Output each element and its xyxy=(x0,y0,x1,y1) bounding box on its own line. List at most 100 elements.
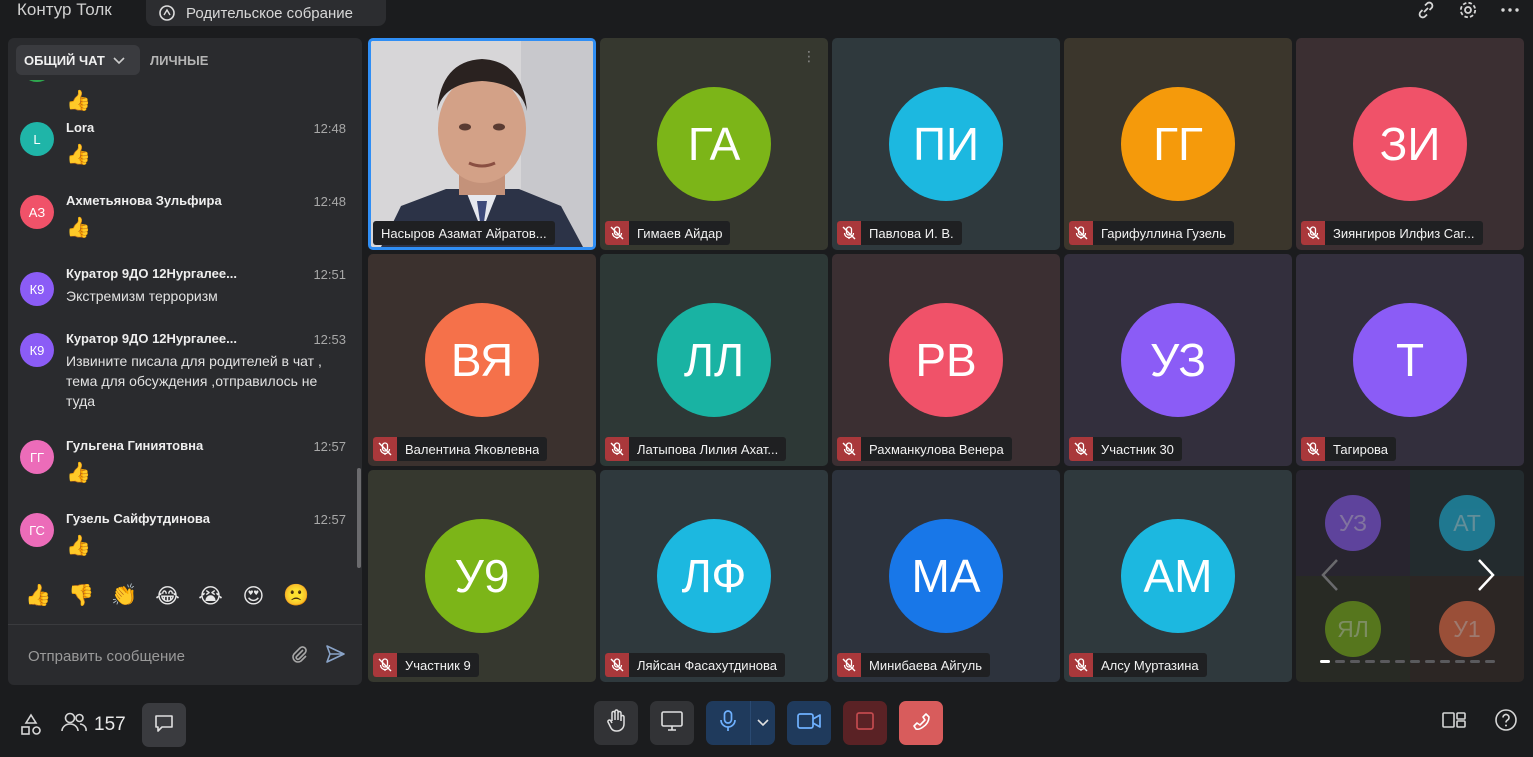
link-icon[interactable] xyxy=(1415,0,1437,21)
camera-button[interactable] xyxy=(787,701,831,745)
participants-button[interactable]: 157 xyxy=(60,711,126,739)
page-dot[interactable] xyxy=(1440,660,1450,663)
participant-name: Ляйсан Фасахутдинова xyxy=(637,657,777,673)
avatar: ЯЛ xyxy=(1325,601,1381,657)
chat-panel: ОБЩИЙ ЧАТ ЛИЧНЫЕ 👍 L Lora 12:48 👍 АЗ Ахм… xyxy=(8,38,362,685)
phone-hangup-icon xyxy=(909,709,933,738)
chat-tabs: ОБЩИЙ ЧАТ ЛИЧНЫЕ xyxy=(8,38,362,80)
participant-tile[interactable]: ЛФ Ляйсан Фасахутдинова xyxy=(600,470,828,682)
participant-tile[interactable]: ⋮ ГА Гимаев Айдар xyxy=(600,38,828,250)
participant-name-label: Гимаев Айдар xyxy=(605,221,731,245)
reaction-sad[interactable]: 🙁 xyxy=(283,584,310,608)
avatar: ПИ xyxy=(889,87,1003,201)
mic-off-icon xyxy=(1069,653,1093,677)
chat-toggle-button[interactable] xyxy=(141,703,186,747)
chat-message: 👍 xyxy=(8,80,362,112)
participant-tile[interactable]: Насыров Азамат Айратов... xyxy=(368,38,596,250)
tab-personal[interactable]: ЛИЧНЫЕ xyxy=(150,53,208,68)
camera-icon xyxy=(796,711,822,736)
quick-reactions: 👍 👎 👏 😂 😭 😍 🙁 xyxy=(8,578,362,614)
microphone-button[interactable] xyxy=(706,701,750,745)
page-dot[interactable] xyxy=(1395,660,1405,663)
chevron-left-icon[interactable] xyxy=(1320,558,1340,601)
participant-tile[interactable]: РВ Рахманкулова Венера xyxy=(832,254,1060,466)
monitor-icon xyxy=(660,710,684,737)
page-dot[interactable] xyxy=(1425,660,1435,663)
participant-name: Алсу Муртазина xyxy=(1101,657,1199,673)
participant-name: Латыпова Лилия Ахат... xyxy=(637,441,779,457)
avatar: L xyxy=(20,122,54,156)
avatar: ГС xyxy=(20,513,54,547)
hand-icon xyxy=(605,708,627,738)
reaction-heart-eyes[interactable]: 😍 xyxy=(240,584,267,609)
end-call-button[interactable] xyxy=(899,701,943,745)
reaction-clap[interactable]: 👏 xyxy=(111,584,138,608)
page-dot[interactable] xyxy=(1350,660,1360,663)
layout-icon[interactable] xyxy=(1441,707,1467,733)
message-emoji: 👍 xyxy=(66,144,91,166)
participant-tile[interactable]: ЗИ Зиянгиров Илфиз Саг... xyxy=(1296,38,1524,250)
help-icon[interactable] xyxy=(1493,707,1519,733)
participant-tile[interactable]: У9 Участник 9 xyxy=(368,470,596,682)
participant-name-label: Зиянгиров Илфиз Саг... xyxy=(1301,221,1483,245)
chat-message: ГС Гузель Сайфутдинова 12:57 👍 xyxy=(8,507,362,568)
page-dot[interactable] xyxy=(1470,660,1480,663)
message-emoji: 👍 xyxy=(66,535,91,557)
avatar: ЛФ xyxy=(657,519,771,633)
gear-icon[interactable] xyxy=(1457,0,1479,21)
reaction-thumbs-down[interactable]: 👎 xyxy=(68,584,95,608)
participant-tile[interactable]: ПИ Павлова И. В. xyxy=(832,38,1060,250)
participant-tile[interactable]: Т Тагирова xyxy=(1296,254,1524,466)
more-icon[interactable] xyxy=(1499,0,1521,21)
participant-tile[interactable]: ЛЛ Латыпова Лилия Ахат... xyxy=(600,254,828,466)
page-dot[interactable] xyxy=(1365,660,1375,663)
page-dot[interactable] xyxy=(1485,660,1495,663)
page-dot[interactable] xyxy=(1410,660,1420,663)
avatar: У1 xyxy=(1439,601,1495,657)
chevron-right-icon[interactable] xyxy=(1476,558,1496,601)
reaction-laugh[interactable]: 😂 xyxy=(154,584,181,609)
message-time: 12:57 xyxy=(313,512,346,527)
record-button[interactable] xyxy=(843,701,887,745)
mic-off-icon xyxy=(373,653,397,677)
participant-tile[interactable]: УЗ Участник 30 xyxy=(1064,254,1292,466)
page-dot[interactable] xyxy=(1335,660,1345,663)
reaction-thumbs-up[interactable]: 👍 xyxy=(25,584,52,608)
participant-tile[interactable]: ГГ Гарифуллина Гузель xyxy=(1064,38,1292,250)
participant-tile[interactable]: МА Минибаева Айгуль xyxy=(832,470,1060,682)
chat-scrollbar[interactable] xyxy=(357,468,361,568)
page-dot[interactable] xyxy=(1455,660,1465,663)
avatar: УЗ xyxy=(1325,495,1381,551)
more-icon[interactable]: ⋮ xyxy=(802,48,816,65)
mini-participant: У1 xyxy=(1410,576,1524,682)
participant-name-label: Тагирова xyxy=(1301,437,1397,461)
participant-name: Участник 9 xyxy=(405,657,471,673)
participant-name: Зиянгиров Илфиз Саг... xyxy=(1333,225,1475,241)
participant-name-label: Латыпова Лилия Ахат... xyxy=(605,437,787,461)
meeting-title: Родительское собрание xyxy=(186,4,353,22)
message-emoji: 👍 xyxy=(66,462,91,484)
microphone-options-button[interactable] xyxy=(750,701,775,745)
page-dot[interactable] xyxy=(1380,660,1390,663)
participant-tile[interactable]: ВЯ Валентина Яковлевна xyxy=(368,254,596,466)
participant-name: Павлова И. В. xyxy=(869,225,954,241)
message-input[interactable] xyxy=(26,643,280,669)
more-participants-tile[interactable]: УЗ АТ ЯЛ У1 xyxy=(1296,470,1524,682)
send-icon[interactable] xyxy=(324,643,346,665)
raise-hand-button[interactable] xyxy=(594,701,638,745)
participant-name: Гарифуллина Гузель xyxy=(1101,225,1226,241)
users-icon xyxy=(60,711,88,739)
mic-off-icon xyxy=(373,437,397,461)
paperclip-icon[interactable] xyxy=(289,644,309,664)
screen-share-button[interactable] xyxy=(650,701,694,745)
message-emoji: 👍 xyxy=(66,217,91,239)
avatar xyxy=(20,80,54,82)
participant-tile[interactable]: АМ Алсу Муртазина xyxy=(1064,470,1292,682)
shapes-icon[interactable] xyxy=(18,712,44,738)
message-list[interactable]: 👍 L Lora 12:48 👍 АЗ Ахметьянова Зульфира… xyxy=(8,80,362,568)
message-time: 12:48 xyxy=(313,194,346,209)
page-dot[interactable] xyxy=(1320,660,1330,663)
tab-general-chat[interactable]: ОБЩИЙ ЧАТ xyxy=(16,45,140,75)
meeting-info-button[interactable]: Родительское собрание xyxy=(146,0,386,26)
reaction-cry[interactable]: 😭 xyxy=(197,584,224,609)
